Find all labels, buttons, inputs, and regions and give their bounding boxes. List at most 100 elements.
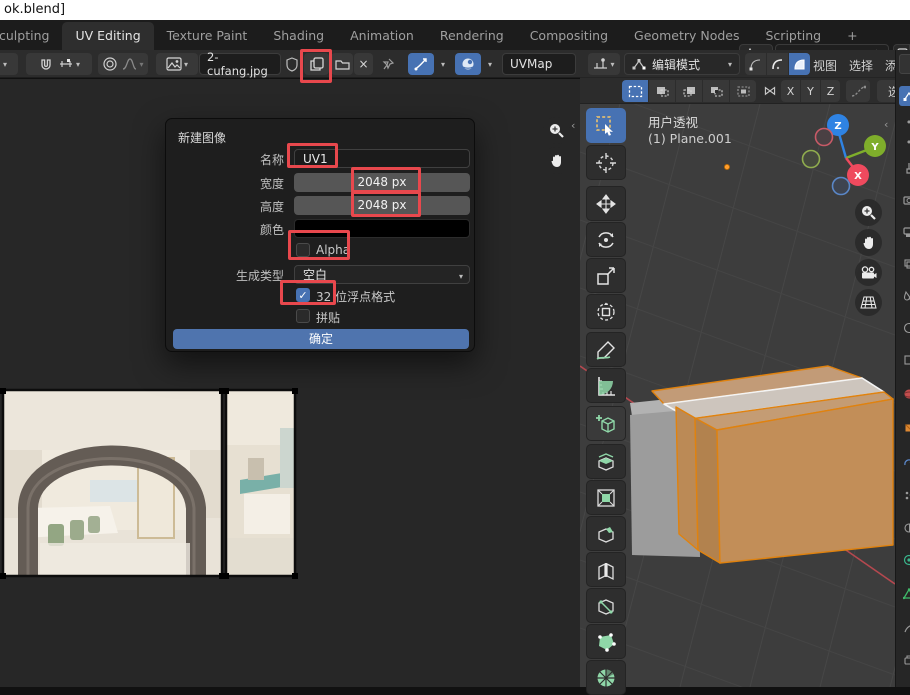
tool-spin-button[interactable] — [586, 660, 626, 695]
width-slider[interactable]: 2048 px — [294, 173, 470, 192]
uv-sidebar-collapse-arrow[interactable]: ‹ — [571, 119, 575, 132]
face-select-icon — [793, 58, 806, 71]
image-name-field[interactable]: 2-cufang.jpg — [199, 53, 281, 75]
color-swatch[interactable] — [294, 219, 470, 238]
editor-type-button[interactable]: ▾ — [0, 53, 18, 75]
tool-move-button[interactable] — [586, 186, 626, 221]
properties-tab-data-icon[interactable] — [899, 584, 910, 604]
tool-measure-button[interactable] — [586, 368, 626, 403]
mirror-toggle[interactable]: ⋈ — [760, 80, 780, 102]
uv-select-mode-chevron[interactable]: ▾ — [481, 53, 497, 75]
properties-tab-scene-icon[interactable] — [899, 286, 910, 306]
uv-zoom-button[interactable] — [543, 117, 570, 144]
tiled-checkbox[interactable] — [296, 309, 310, 323]
tab-compositing[interactable]: Compositing — [517, 22, 621, 50]
tab-shading[interactable]: Shading — [260, 22, 337, 50]
properties-tab-tool-icon[interactable] — [899, 158, 910, 178]
proportional-falloff-button[interactable] — [846, 80, 870, 102]
viewport-pan-button[interactable] — [855, 229, 882, 256]
tab-rendering[interactable]: Rendering — [427, 22, 517, 50]
tool-annotate-button[interactable] — [586, 332, 626, 367]
menu-select[interactable]: 选择 — [849, 57, 873, 74]
select-mode-edge-button[interactable] — [767, 53, 788, 75]
properties-tab-icon[interactable] — [899, 618, 910, 638]
uvmap-field[interactable]: UVMap — [502, 53, 576, 75]
falloff-curve-icon — [851, 85, 866, 98]
properties-tab-icon[interactable] — [899, 318, 910, 338]
name-input[interactable]: UV1 — [294, 149, 470, 168]
uv-sync-chevron[interactable]: ▾ — [434, 53, 450, 75]
snapping-group[interactable]: ▾ — [26, 53, 92, 75]
properties-tab-viewlayer-icon[interactable] — [899, 254, 910, 274]
tab-animation[interactable]: Animation — [337, 22, 427, 50]
mirror-y-button[interactable]: Y — [801, 80, 820, 102]
magnifier-plus-icon — [860, 204, 877, 221]
tool-transform-button[interactable] — [586, 294, 626, 329]
select-extend-icon — [655, 85, 670, 98]
tool-bevel-button[interactable] — [586, 516, 626, 551]
mirror-z-button[interactable]: Z — [821, 80, 840, 102]
properties-tab-icon[interactable] — [899, 682, 910, 687]
tab-sculpting[interactable]: culpting — [0, 22, 62, 50]
mode-select[interactable]: 编辑模式 ▾ — [624, 53, 740, 75]
select-mode-vertex-button[interactable] — [745, 53, 766, 75]
svg-text:X: X — [854, 171, 862, 182]
properties-tab-icon[interactable] — [899, 350, 910, 370]
properties-tab-output-icon[interactable] — [899, 222, 910, 242]
uv-image-preview[interactable] — [0, 388, 298, 580]
generated-type-label: 生成类型 — [166, 267, 284, 284]
uv-sync-select-button[interactable] — [408, 53, 434, 75]
properties-tab-physics-icon[interactable] — [899, 518, 910, 538]
image-name-value: 2-cufang.jpg — [207, 50, 273, 78]
uv-pan-button[interactable] — [543, 147, 570, 174]
mode-icon-button[interactable]: ▾ — [588, 53, 620, 75]
tab-texture-paint[interactable]: Texture Paint — [154, 22, 261, 50]
height-slider[interactable]: 2048 px — [294, 196, 470, 215]
image-browse-button[interactable]: ▾ — [156, 53, 198, 75]
tool-polybuild-button[interactable] — [586, 624, 626, 659]
viewport-perspective-toggle[interactable] — [855, 289, 882, 316]
pin-image-button[interactable] — [378, 53, 398, 75]
properties-tab-modifier-icon[interactable] — [899, 452, 910, 472]
viewport-camera-button[interactable] — [855, 259, 882, 286]
proportional-editing-group[interactable]: ▾ — [98, 53, 148, 75]
mirror-x-button[interactable]: X — [781, 80, 800, 102]
select-mode-face-button[interactable] — [789, 53, 810, 75]
properties-tab-particles-icon[interactable] — [899, 486, 910, 506]
tool-knife-button[interactable] — [586, 588, 626, 623]
properties-tab-icon[interactable] — [899, 650, 910, 670]
navigation-gizmo[interactable]: Z Y X — [798, 108, 890, 200]
uv-select-mode-button[interactable] — [455, 53, 481, 75]
alpha-checkbox[interactable] — [296, 243, 310, 257]
select-subtract-button[interactable] — [676, 80, 702, 102]
ok-button[interactable]: 确定 — [173, 329, 469, 349]
unlink-image-button[interactable]: × — [354, 53, 373, 75]
tab-geometry-nodes[interactable]: Geometry Nodes — [621, 22, 752, 50]
tab-uv-editing[interactable]: UV Editing — [62, 22, 153, 50]
tool-rotate-button[interactable] — [586, 222, 626, 257]
select-intersect-button[interactable] — [730, 80, 756, 102]
menu-view[interactable]: 视图 — [813, 57, 837, 74]
select-new-button[interactable] — [622, 80, 648, 102]
viewport-zoom-button[interactable] — [855, 199, 882, 226]
tool-scale-button[interactable] — [586, 258, 626, 293]
tool-select-box-button[interactable] — [586, 108, 626, 143]
new-image-button[interactable] — [304, 53, 329, 75]
generated-type-select[interactable]: 空白 ▾ — [294, 265, 470, 284]
select-invert-button[interactable] — [703, 80, 729, 102]
properties-tab-constraint-icon[interactable] — [899, 550, 910, 570]
properties-tab-object-icon[interactable] — [899, 418, 910, 438]
properties-tab-render-icon[interactable] — [899, 190, 910, 210]
select-extend-button[interactable] — [649, 80, 675, 102]
open-image-button[interactable] — [331, 53, 353, 75]
float32-checkbox[interactable]: ✓ — [296, 288, 310, 302]
fake-user-button[interactable] — [282, 53, 302, 75]
properties-tab-active-icon[interactable] — [899, 86, 910, 106]
tool-loopcut-button[interactable] — [586, 552, 626, 587]
tool-extrude-button[interactable] — [586, 444, 626, 479]
tool-inset-button[interactable] — [586, 480, 626, 515]
properties-tab-world-icon[interactable] — [899, 384, 910, 404]
tool-add-cube-button[interactable] — [586, 406, 626, 441]
properties-editor-type-icon[interactable] — [899, 54, 910, 74]
tool-cursor-button[interactable] — [586, 145, 626, 180]
